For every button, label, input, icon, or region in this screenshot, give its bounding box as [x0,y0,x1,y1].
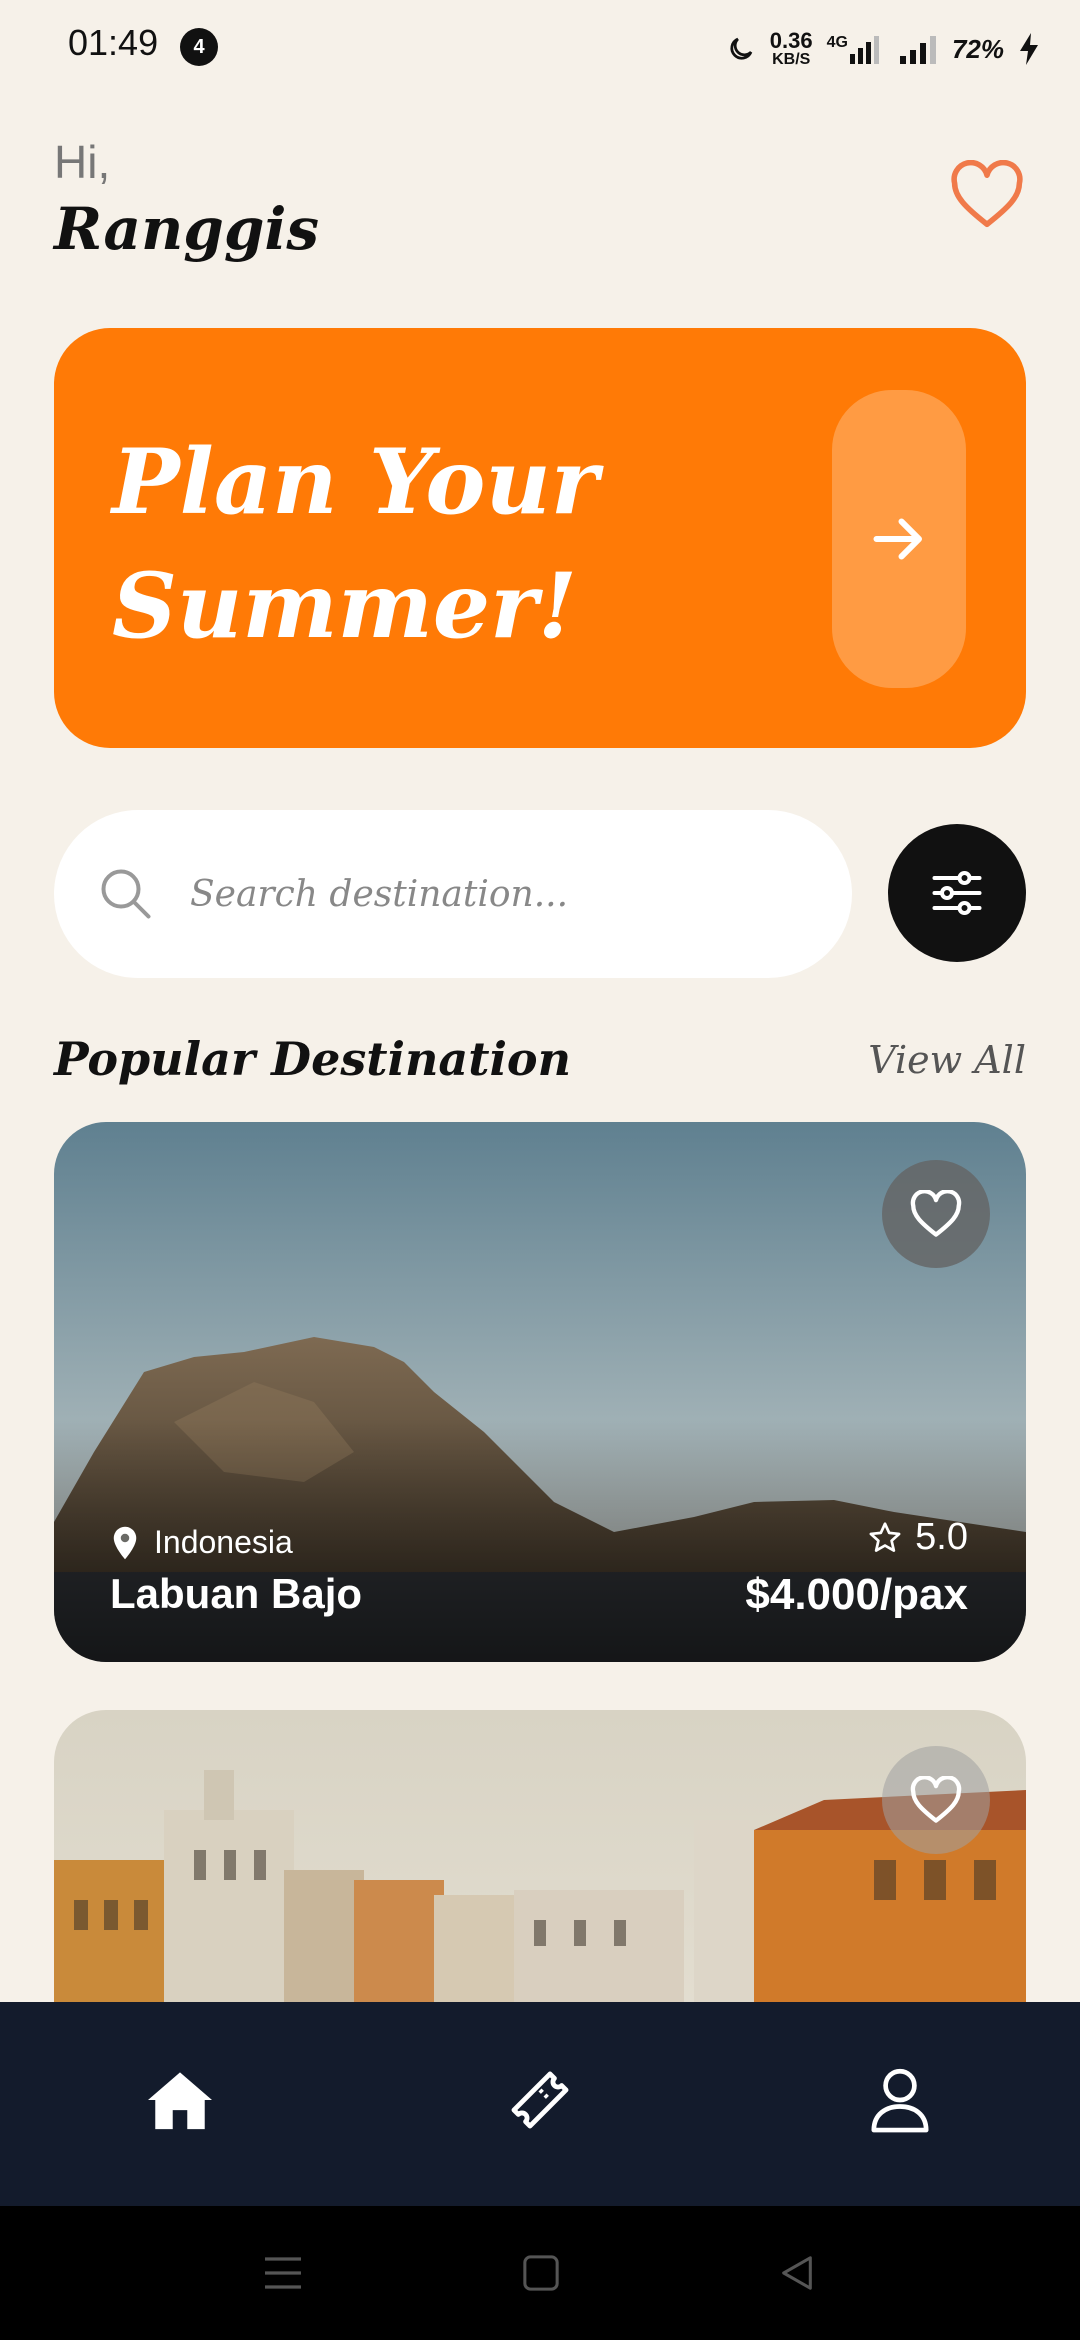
net-speed: 0.36 KB/S [770,30,813,68]
net-speed-unit: KB/S [772,51,811,68]
charging-icon [1020,33,1038,65]
destination-country: Indonesia [154,1524,293,1560]
destination-rating: 5.0 [915,1516,968,1558]
search-input[interactable] [190,864,810,924]
status-time: 01:49 [68,22,159,63]
heart-icon [951,159,1023,228]
status-bar: 01:49 4 0.36 KB/S 4G 72% [0,0,1080,100]
network-type: 4G [826,34,848,51]
view-all-link[interactable]: View All [868,1038,1026,1082]
destination-card-labuan-bajo[interactable]: Indonesia Labuan Bajo 5.0 $4.000/pax [54,1122,1026,1662]
menu-icon [265,2257,301,2289]
card-favorite-button[interactable] [882,1160,990,1268]
destination-price: $4.000/pax [745,1570,968,1619]
signal-4g-icon: 4G [827,34,884,64]
destination-name: Labuan Bajo [110,1570,363,1617]
back-triangle-icon [782,2256,812,2290]
home-icon [148,2072,212,2130]
section-title: Popular Destination [54,1032,572,1086]
filter-button[interactable] [888,824,1026,962]
signal-bars-icon-2 [899,36,936,64]
location-pin-icon [113,1526,137,1559]
notification-badge: 4 [180,28,218,66]
system-home-button[interactable] [516,2248,566,2298]
battery-level: 72% [951,33,1004,64]
profile-icon [871,2068,929,2133]
banner-title: Plan Your Summer! [112,429,599,659]
heart-icon [910,1776,962,1823]
square-icon [523,2255,559,2291]
nav-tickets[interactable] [492,2052,588,2148]
location-row: Indonesia [110,1524,293,1561]
banner-arrow-button[interactable] [832,390,966,688]
card-favorite-button[interactable] [882,1746,990,1854]
status-icons: 0.36 KB/S 4G 72% [726,24,1040,74]
net-speed-value: 0.36 [769,28,813,53]
sliders-icon [932,871,982,915]
system-navigation-bar [0,2206,1080,2340]
star-icon [869,1521,901,1552]
moon-icon [730,37,753,60]
nav-profile[interactable] [852,2052,948,2148]
search-icon [96,864,156,924]
nav-home[interactable] [132,2052,228,2148]
signal-bars-icon-1 [849,36,879,64]
bottom-navigation [0,2002,1080,2206]
greeting-hi: Hi, [54,136,111,188]
ticket-icon [511,2071,569,2129]
favorites-button[interactable] [950,159,1024,230]
system-back-button[interactable] [772,2248,822,2298]
user-name: Ranggis [54,195,320,263]
system-menu-button[interactable] [258,2248,308,2298]
rating-row: 5.0 [867,1516,968,1559]
heart-icon [910,1190,962,1237]
arrow-right-icon [873,518,922,560]
